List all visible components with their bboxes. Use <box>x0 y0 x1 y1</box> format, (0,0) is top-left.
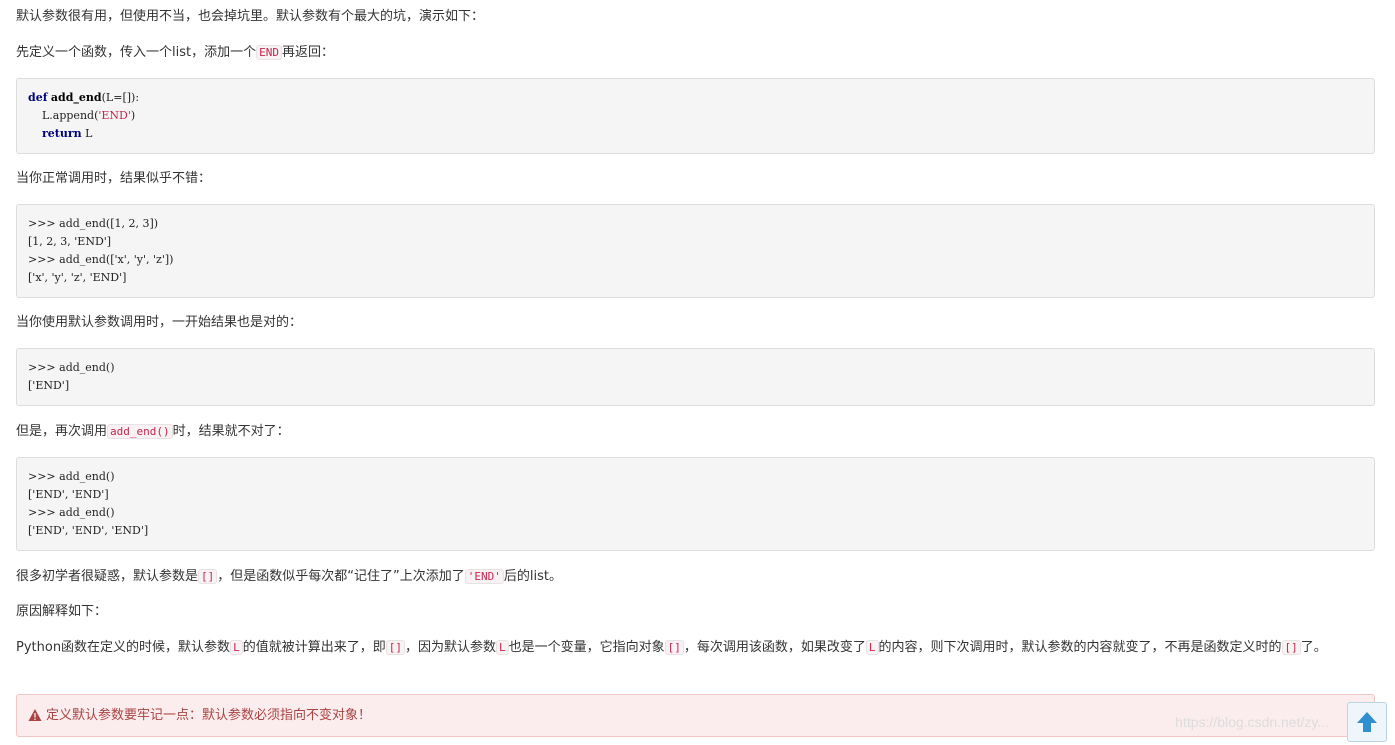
paragraph-text: 的值就被计算出来了，即 <box>242 640 386 655</box>
paragraph-default-call: 当你使用默认参数调用时，一开始结果也是对的： <box>16 315 303 330</box>
paragraph-text: 也是一个变量，它指向对象 <box>508 640 665 655</box>
arrow-up-icon <box>1357 712 1377 732</box>
code-block-repeat-call: >>> add_end() ['END', 'END'] >>> add_end… <box>16 457 1375 551</box>
paragraph-text: 时，结果就不对了： <box>172 424 290 439</box>
warning-icon <box>28 709 42 721</box>
code-block-definition: def add_end(L=[]): L.append('END') retur… <box>16 78 1375 154</box>
code-block-normal-call: >>> add_end([1, 2, 3]) [1, 2, 3, 'END'] … <box>16 204 1375 298</box>
code-line: ['END'] <box>28 379 70 392</box>
warning-alert: 定义默认参数要牢记一点：默认参数必须指向不变对象！ <box>16 694 1375 737</box>
code-line: >>> add_end() <box>28 470 115 483</box>
paragraph-intro: 默认参数很有用，但使用不当，也会掉坑里。默认参数有个最大的坑，演示如下： <box>16 9 485 24</box>
code-text: ) <box>130 109 136 122</box>
code-keyword: def <box>28 91 48 104</box>
paragraph-text: 了。 <box>1300 640 1327 655</box>
paragraph-repeat-call: 但是，再次调用 add_end() 时，结果就不对了： <box>16 421 290 442</box>
inline-code: 'END' <box>464 569 504 584</box>
inline-code: L <box>230 640 243 655</box>
inline-code: [] <box>198 569 218 584</box>
code-text: (L=[]): <box>101 91 140 104</box>
alert-text: 定义默认参数要牢记一点：默认参数必须指向不变对象！ <box>46 708 372 723</box>
code-line: ['x', 'y', 'z', 'END'] <box>28 271 127 284</box>
code-line: >>> add_end() <box>28 361 115 374</box>
code-line: ['END', 'END', 'END'] <box>28 524 149 537</box>
paragraph-text: 的内容，则下次调用时，默认参数的内容就变了，不再是函数定义时的 <box>878 640 1282 655</box>
paragraph-define-function: 先定义一个函数，传入一个list，添加一个 END 再返回： <box>16 42 334 63</box>
paragraph-text: Python函数在定义的时候，默认参数 <box>16 640 231 655</box>
code-line: >>> add_end(['x', 'y', 'z']) <box>28 253 174 266</box>
paragraph-text: ，因为默认参数 <box>404 640 496 655</box>
code-text: L <box>81 127 93 140</box>
code-function-name: add_end <box>50 91 102 104</box>
code-line: return L <box>28 125 92 143</box>
code-keyword: return <box>42 127 82 140</box>
paragraph-confusion: 很多初学者很疑惑，默认参数是[] ，但是函数似乎每次都“记住了”上次添加了 'END… <box>16 566 562 587</box>
inline-code: L <box>865 640 879 655</box>
back-to-top-button[interactable] <box>1347 702 1387 742</box>
code-text: L.append( <box>28 109 99 122</box>
paragraph-normal-call: 当你正常调用时，结果似乎不错： <box>16 171 212 186</box>
code-line: L.append('END') <box>28 107 135 125</box>
paragraph-text: 但是，再次调用 <box>16 424 108 439</box>
watermark: https://blog.csdn.net/zy... <box>1175 714 1329 730</box>
code-block-default-call: >>> add_end() ['END'] <box>16 348 1375 406</box>
inline-code: [] <box>664 640 684 655</box>
paragraph-text: ，但是函数似乎每次都“记住了”上次添加了 <box>217 569 465 584</box>
paragraph-text: 再返回： <box>281 45 334 60</box>
paragraph-reason-heading: 原因解释如下： <box>16 604 108 619</box>
paragraph-text: 很多初学者很疑惑，默认参数是 <box>16 569 199 584</box>
code-string: 'END' <box>98 109 131 122</box>
inline-code: END <box>256 45 282 60</box>
paragraph-text: 先定义一个函数，传入一个list，添加一个 <box>16 45 257 60</box>
paragraph-explanation: Python函数在定义的时候，默认参数 L 的值就被计算出来了，即[] ，因为默认参数… <box>16 637 1375 658</box>
inline-code: [] <box>1281 640 1301 655</box>
inline-code: [] <box>385 640 405 655</box>
code-line: ['END', 'END'] <box>28 488 109 501</box>
paragraph-text: ，每次调用该函数，如果改变了 <box>683 640 866 655</box>
code-line: def add_end(L=[]): <box>28 89 139 107</box>
inline-code: L <box>495 640 509 655</box>
code-line: >>> add_end([1, 2, 3]) <box>28 217 159 230</box>
code-line: >>> add_end() <box>28 506 115 519</box>
paragraph-text: 后的list。 <box>503 569 562 584</box>
code-line: [1, 2, 3, 'END'] <box>28 235 112 248</box>
inline-code: add_end() <box>107 424 173 439</box>
